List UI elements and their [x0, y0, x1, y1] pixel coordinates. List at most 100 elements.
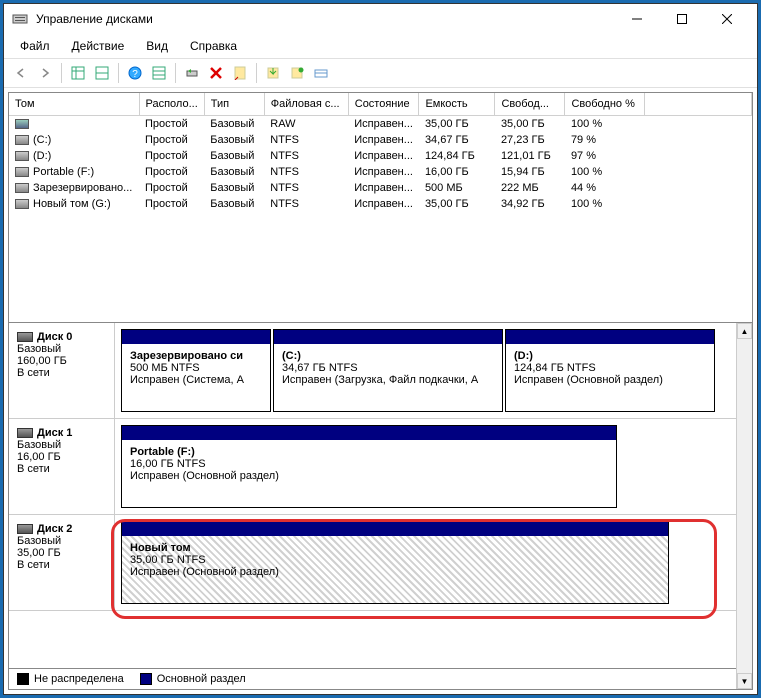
- help-icon[interactable]: ?: [124, 62, 146, 84]
- delete-icon[interactable]: [205, 62, 227, 84]
- cell: NTFS: [264, 180, 348, 196]
- cell: 27,23 ГБ: [495, 132, 565, 148]
- volume-icon: [15, 119, 29, 129]
- svg-text:?: ?: [132, 69, 138, 80]
- table-row[interactable]: ПростойБазовыйRAWИсправен...35,00 ГБ35,0…: [9, 115, 752, 132]
- partition-body: (C:) 34,67 ГБ NTFS Исправен (Загрузка, Ф…: [274, 344, 502, 411]
- col-header[interactable]: Свобод...: [495, 93, 565, 115]
- refresh-icon[interactable]: [181, 62, 203, 84]
- volume-icon: [15, 151, 29, 161]
- disk-status: В сети: [17, 367, 106, 379]
- partition-size: 500 МБ NTFS: [130, 362, 262, 374]
- col-header[interactable]: Располо...: [139, 93, 204, 115]
- cell: Базовый: [204, 132, 264, 148]
- disk-row: Диск 0 Базовый 160,00 ГБ В сетиЗарезерви…: [9, 323, 736, 419]
- cell: 121,01 ГБ: [495, 148, 565, 164]
- partition[interactable]: Зарезервировано си 500 МБ NTFS Исправен …: [121, 329, 271, 412]
- disk-graphic-pane[interactable]: Диск 0 Базовый 160,00 ГБ В сетиЗарезерви…: [9, 323, 736, 668]
- action1-icon[interactable]: [262, 62, 284, 84]
- cell: 34,92 ГБ: [495, 196, 565, 212]
- forward-button[interactable]: [34, 62, 56, 84]
- legend-unallocated-icon: [17, 673, 29, 685]
- view-list-icon[interactable]: [67, 62, 89, 84]
- col-header[interactable]: Свободно %: [565, 93, 645, 115]
- disk-name: Диск 1: [37, 427, 72, 439]
- cell: Исправен...: [348, 180, 419, 196]
- grid-icon[interactable]: [148, 62, 170, 84]
- cell: Базовый: [204, 196, 264, 212]
- cell: 97 %: [565, 148, 645, 164]
- cell: RAW: [264, 115, 348, 132]
- cell: Простой: [139, 115, 204, 132]
- col-header[interactable]: Емкость: [419, 93, 495, 115]
- disk-partitions: Новый том 35,00 ГБ NTFS Исправен (Основн…: [115, 515, 736, 610]
- partition[interactable]: Portable (F:) 16,00 ГБ NTFS Исправен (Ос…: [121, 425, 617, 508]
- menu-help[interactable]: Справка: [180, 36, 247, 56]
- disk-size: 35,00 ГБ: [17, 547, 106, 559]
- disk-icon: [17, 332, 33, 342]
- view-detail-icon[interactable]: [91, 62, 113, 84]
- volume-name: (C:): [33, 134, 51, 146]
- partition[interactable]: Новый том 35,00 ГБ NTFS Исправен (Основн…: [121, 521, 669, 604]
- titlebar: Управление дисками: [4, 4, 757, 34]
- cell: Простой: [139, 164, 204, 180]
- partition-body: Новый том 35,00 ГБ NTFS Исправен (Основн…: [122, 536, 668, 603]
- vertical-scrollbar[interactable]: ▲ ▼: [736, 323, 752, 689]
- disk-icon: [17, 524, 33, 534]
- volume-icon: [15, 199, 29, 209]
- action3-icon[interactable]: [310, 62, 332, 84]
- disk-info[interactable]: Диск 0 Базовый 160,00 ГБ В сети: [9, 323, 115, 418]
- cell: Базовый: [204, 164, 264, 180]
- partition-body: (D:) 124,84 ГБ NTFS Исправен (Основной р…: [506, 344, 714, 411]
- col-header[interactable]: Состояние: [348, 93, 419, 115]
- col-header[interactable]: Файловая с...: [264, 93, 348, 115]
- disk-type: Базовый: [17, 343, 106, 355]
- table-row[interactable]: Portable (F:)ПростойБазовыйNTFSИсправен.…: [9, 164, 752, 180]
- properties-icon[interactable]: [229, 62, 251, 84]
- table-row[interactable]: Новый том (G:)ПростойБазовыйNTFSИсправен…: [9, 196, 752, 212]
- col-header[interactable]: Тип: [204, 93, 264, 115]
- cell: Простой: [139, 132, 204, 148]
- back-button[interactable]: [10, 62, 32, 84]
- cell: Простой: [139, 180, 204, 196]
- cell: Исправен...: [348, 148, 419, 164]
- menu-view[interactable]: Вид: [136, 36, 178, 56]
- cell: Исправен...: [348, 115, 419, 132]
- cell: 79 %: [565, 132, 645, 148]
- cell: 100 %: [565, 115, 645, 132]
- disk-info[interactable]: Диск 1 Базовый 16,00 ГБ В сети: [9, 419, 115, 514]
- maximize-button[interactable]: [659, 5, 704, 33]
- partition-name: Зарезервировано си: [130, 350, 262, 362]
- partition[interactable]: (C:) 34,67 ГБ NTFS Исправен (Загрузка, Ф…: [273, 329, 503, 412]
- cell: 35,00 ГБ: [495, 115, 565, 132]
- legend-primary-label: Основной раздел: [157, 673, 246, 685]
- legend: Не распределена Основной раздел: [9, 668, 736, 689]
- partition-body: Зарезервировано си 500 МБ NTFS Исправен …: [122, 344, 270, 411]
- menu-file[interactable]: Файл: [10, 36, 60, 56]
- partition-size: 35,00 ГБ NTFS: [130, 554, 660, 566]
- disk-row: Диск 2 Базовый 35,00 ГБ В сетиНовый том …: [9, 515, 736, 611]
- partition-status: Исправен (Основной раздел): [130, 566, 660, 578]
- table-row[interactable]: Зарезервировано...ПростойБазовыйNTFSИспр…: [9, 180, 752, 196]
- table-row[interactable]: (C:)ПростойБазовыйNTFSИсправен...34,67 Г…: [9, 132, 752, 148]
- minimize-button[interactable]: [614, 5, 659, 33]
- col-header[interactable]: Том: [9, 93, 139, 115]
- content: ТомРасполо...ТипФайловая с...СостояниеЕм…: [8, 92, 753, 690]
- table-row[interactable]: (D:)ПростойБазовыйNTFSИсправен...124,84 …: [9, 148, 752, 164]
- cell: Исправен...: [348, 132, 419, 148]
- cell: NTFS: [264, 164, 348, 180]
- action2-icon[interactable]: [286, 62, 308, 84]
- scroll-down-button[interactable]: ▼: [737, 673, 752, 689]
- close-button[interactable]: [704, 5, 749, 33]
- volume-list[interactable]: ТомРасполо...ТипФайловая с...СостояниеЕм…: [9, 93, 752, 323]
- menu-action[interactable]: Действие: [62, 36, 135, 56]
- disk-info[interactable]: Диск 2 Базовый 35,00 ГБ В сети: [9, 515, 115, 610]
- scroll-up-button[interactable]: ▲: [737, 323, 752, 339]
- partition-header: [122, 330, 270, 344]
- partition-body: Portable (F:) 16,00 ГБ NTFS Исправен (Ос…: [122, 440, 616, 507]
- cell: Исправен...: [348, 196, 419, 212]
- disk-name: Диск 2: [37, 523, 72, 535]
- partition[interactable]: (D:) 124,84 ГБ NTFS Исправен (Основной р…: [505, 329, 715, 412]
- legend-primary-icon: [140, 673, 152, 685]
- partition-header: [122, 522, 668, 536]
